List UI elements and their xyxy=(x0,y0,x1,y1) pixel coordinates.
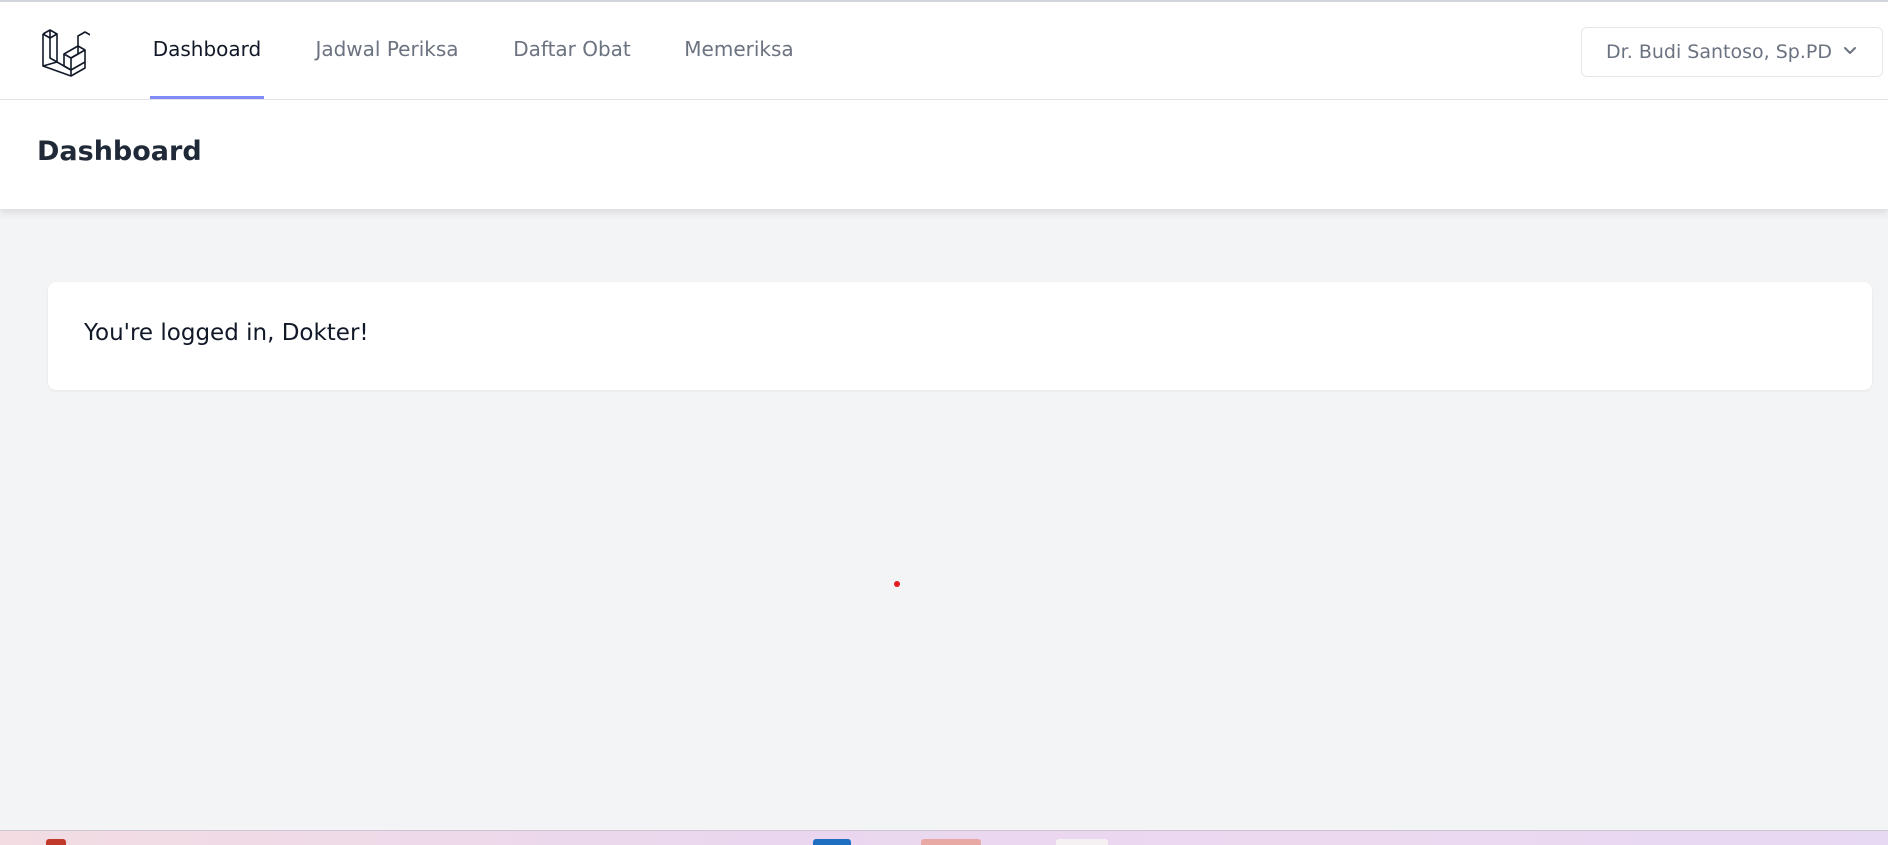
page-header: Dashboard xyxy=(0,100,1888,209)
top-navigation: Dashboard Jadwal Periksa Daftar Obat Mem… xyxy=(0,2,1888,100)
os-taskbar xyxy=(0,830,1888,845)
nav-link-dashboard[interactable]: Dashboard xyxy=(150,2,264,99)
cursor-dot-icon xyxy=(894,581,900,587)
taskbar-app-icon[interactable] xyxy=(813,839,851,845)
nav-link-daftar-obat[interactable]: Daftar Obat xyxy=(510,2,634,99)
page-title: Dashboard xyxy=(37,136,202,167)
user-name-label: Dr. Budi Santoso, Sp.PD xyxy=(1606,41,1832,63)
nav-link-memeriksa[interactable]: Memeriksa xyxy=(682,2,796,99)
taskbar-app-icon[interactable] xyxy=(46,839,66,845)
welcome-card: You're logged in, Dokter! xyxy=(48,282,1872,390)
nav-link-jadwal-periksa[interactable]: Jadwal Periksa xyxy=(312,2,462,99)
taskbar-app-icon[interactable] xyxy=(921,839,981,845)
welcome-message: You're logged in, Dokter! xyxy=(84,320,369,346)
user-dropdown-button[interactable]: Dr. Budi Santoso, Sp.PD xyxy=(1581,27,1883,77)
chevron-down-icon xyxy=(1842,41,1858,63)
app-logo-icon[interactable] xyxy=(40,28,93,78)
taskbar-app-icon[interactable] xyxy=(1056,839,1108,845)
